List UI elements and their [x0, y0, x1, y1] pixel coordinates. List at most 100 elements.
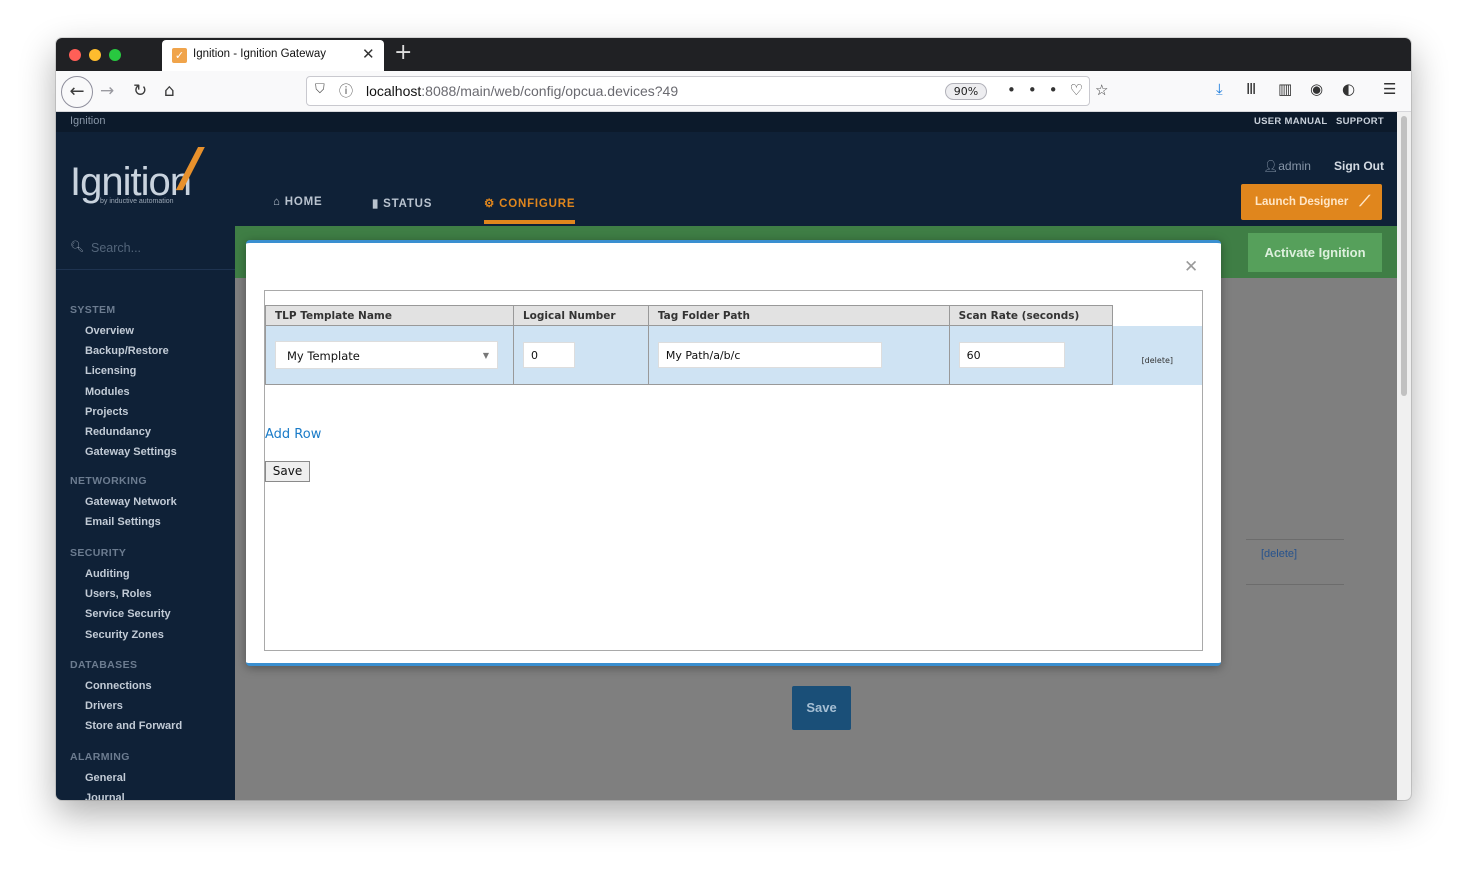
account-icon[interactable]: ◉ — [1310, 80, 1323, 98]
column-header-template-name: TLP Template Name — [265, 305, 514, 326]
sidebar-section-system: SYSTEM — [70, 304, 116, 316]
nav-status[interactable]: ▮ STATUS — [372, 196, 432, 210]
template-name-select[interactable]: My Template ▼ — [275, 341, 498, 369]
navigation-toolbar: ← → ↻ ⌂ ⛉ ⓘ localhost:8088/main/web/conf… — [56, 71, 1411, 112]
sidebar-item-users-roles[interactable]: Users, Roles — [85, 588, 152, 600]
sidebar-item-general[interactable]: General — [85, 772, 126, 784]
home-icon[interactable]: ⌂ — [164, 79, 175, 103]
sidebar-item-gateway-settings[interactable]: Gateway Settings — [85, 446, 177, 458]
home-nav-icon: ⌂ — [273, 196, 285, 208]
sidebar-item-licensing[interactable]: Licensing — [85, 365, 136, 377]
cell-logical-number: 0 — [512, 325, 649, 385]
sidebar-item-store-and-forward[interactable]: Store and Forward — [85, 720, 182, 732]
user-manual-link[interactable]: USER MANUAL — [1254, 116, 1328, 127]
sign-out-link[interactable]: Sign Out — [1334, 159, 1384, 173]
launch-designer-button[interactable]: Launch Designer ⟋ — [1241, 184, 1382, 220]
tlp-template-modal: ✕ TLP Template Name Logical Number Tag F… — [246, 240, 1221, 666]
logical-number-input[interactable]: 0 — [522, 342, 575, 368]
bookmark-star-icon[interactable]: ☆ — [1095, 81, 1120, 99]
logo-subtitle: by inductive automation — [100, 198, 174, 205]
download-icon[interactable]: ⤓ — [1216, 80, 1223, 98]
tracking-shield-icon[interactable]: ⛉ — [315, 82, 325, 97]
search-icon: 🔍︎ — [70, 240, 84, 253]
user-label: 👤︎admin — [1263, 159, 1311, 173]
extension-icon[interactable]: ◐ — [1342, 80, 1355, 98]
page-actions: •••♡☆ — [1007, 81, 1120, 99]
minimize-window-button[interactable] — [89, 49, 101, 61]
more-actions-icon[interactable]: ••• — [1007, 81, 1070, 99]
sidebar-section-alarming: ALARMING — [70, 751, 130, 763]
zoom-level-badge[interactable]: 90% — [945, 83, 987, 100]
url-bar[interactable]: ⛉ ⓘ localhost:8088/main/web/config/opcua… — [306, 76, 1108, 106]
background-delete-link[interactable]: [delete] — [1261, 548, 1297, 560]
close-icon[interactable]: ✕ — [1184, 257, 1198, 277]
add-row-link[interactable]: Add Row — [265, 427, 321, 442]
top-strip: Ignition USER MANUAL SUPPORT — [56, 112, 1397, 132]
column-header-blank — [1112, 305, 1202, 326]
sidebar-section-databases: DATABASES — [70, 659, 138, 671]
background-save-button[interactable]: Save — [792, 686, 851, 730]
tag-folder-path-input[interactable]: My Path/a/b/c — [657, 342, 882, 368]
reload-icon[interactable]: ↻ — [133, 79, 147, 103]
cell-tag-folder-path: My Path/a/b/c — [647, 325, 950, 385]
sidebar-item-drivers[interactable]: Drivers — [85, 700, 123, 712]
divider — [1246, 584, 1344, 585]
ignition-favicon-icon: ✓ — [172, 48, 187, 63]
site-info-icon[interactable]: ⓘ — [339, 81, 353, 101]
tab-title: Ignition - Ignition Gateway — [193, 48, 326, 60]
browser-tab[interactable]: ✓ Ignition - Ignition Gateway ✕ — [162, 40, 384, 71]
delete-row-link[interactable]: [delete] — [1142, 356, 1173, 365]
sidebar: 🔍︎ Search... SYSTEM Overview Backup/Restor… — [56, 226, 235, 800]
maximize-window-button[interactable] — [109, 49, 121, 61]
back-arrow-icon[interactable]: ← — [61, 76, 93, 108]
sidebar-item-projects[interactable]: Projects — [85, 406, 128, 418]
search-input[interactable]: Search... — [91, 241, 141, 255]
sidebar-search[interactable]: 🔍︎ Search... — [56, 226, 235, 270]
brand-small-label: Ignition — [70, 115, 106, 127]
save-button[interactable]: Save — [265, 461, 310, 482]
sidebar-item-backup-restore[interactable]: Backup/Restore — [85, 345, 169, 357]
sidebar-item-overview[interactable]: Overview — [85, 325, 134, 337]
sidebar-item-connections[interactable]: Connections — [85, 680, 152, 692]
cell-scan-rate: 60 — [948, 325, 1113, 385]
sidebar-item-service-security[interactable]: Service Security — [85, 608, 171, 620]
new-tab-icon[interactable]: + — [394, 40, 412, 65]
tab-bar: ✓ Ignition - Ignition Gateway ✕ + — [56, 38, 1411, 71]
scan-rate-input[interactable]: 60 — [958, 342, 1065, 368]
library-icon[interactable]: Ⅲ — [1246, 80, 1256, 98]
sidebar-section-security: SECURITY — [70, 547, 127, 559]
nav-configure[interactable]: ⚙ CONFIGURE — [484, 196, 575, 210]
nav-active-indicator — [484, 220, 575, 224]
tab-close-icon[interactable]: ✕ — [362, 45, 375, 63]
menu-hamburger-icon[interactable]: ☰ — [1383, 80, 1396, 98]
scroll-thumb[interactable] — [1401, 116, 1407, 396]
modal-content-frame: TLP Template Name Logical Number Tag Fol… — [264, 290, 1203, 651]
sidebar-item-email-settings[interactable]: Email Settings — [85, 516, 161, 528]
column-header-tag-folder-path: Tag Folder Path — [647, 305, 950, 326]
sidebar-item-journal[interactable]: Journal — [85, 792, 125, 800]
url-text[interactable]: localhost:8088/main/web/config/opcua.dev… — [366, 83, 678, 99]
sidebar-toggle-icon[interactable]: ▥ — [1278, 80, 1292, 98]
chevron-down-icon: ▼ — [482, 351, 489, 360]
cell-delete: [delete] — [1111, 325, 1202, 385]
sidebar-item-redundancy[interactable]: Redundancy — [85, 426, 151, 438]
table-row: My Template ▼ 0 My Path/a/b/c 60 [delete… — [265, 325, 1202, 385]
forward-arrow-icon[interactable]: → — [100, 79, 114, 103]
page-scrollbar[interactable] — [1397, 112, 1411, 800]
designer-icon: ⟋ — [1359, 193, 1370, 210]
sidebar-item-modules[interactable]: Modules — [85, 386, 130, 398]
pocket-icon[interactable]: ♡ — [1070, 81, 1095, 99]
sidebar-item-auditing[interactable]: Auditing — [85, 568, 130, 580]
sidebar-item-security-zones[interactable]: Security Zones — [85, 629, 164, 641]
nav-home[interactable]: ⌂ HOME — [273, 196, 322, 208]
tlp-template-table: TLP Template Name Logical Number Tag Fol… — [265, 305, 1202, 385]
user-icon: 👤︎ — [1263, 159, 1279, 173]
activate-ignition-button[interactable]: Activate Ignition — [1248, 233, 1382, 272]
sidebar-item-gateway-network[interactable]: Gateway Network — [85, 496, 177, 508]
close-window-button[interactable] — [69, 49, 81, 61]
cell-template-name: My Template ▼ — [265, 325, 514, 385]
support-link[interactable]: SUPPORT — [1336, 116, 1384, 127]
column-header-scan-rate: Scan Rate (seconds) — [948, 305, 1113, 326]
sidebar-section-networking: NETWORKING — [70, 475, 147, 487]
divider — [1246, 539, 1344, 540]
